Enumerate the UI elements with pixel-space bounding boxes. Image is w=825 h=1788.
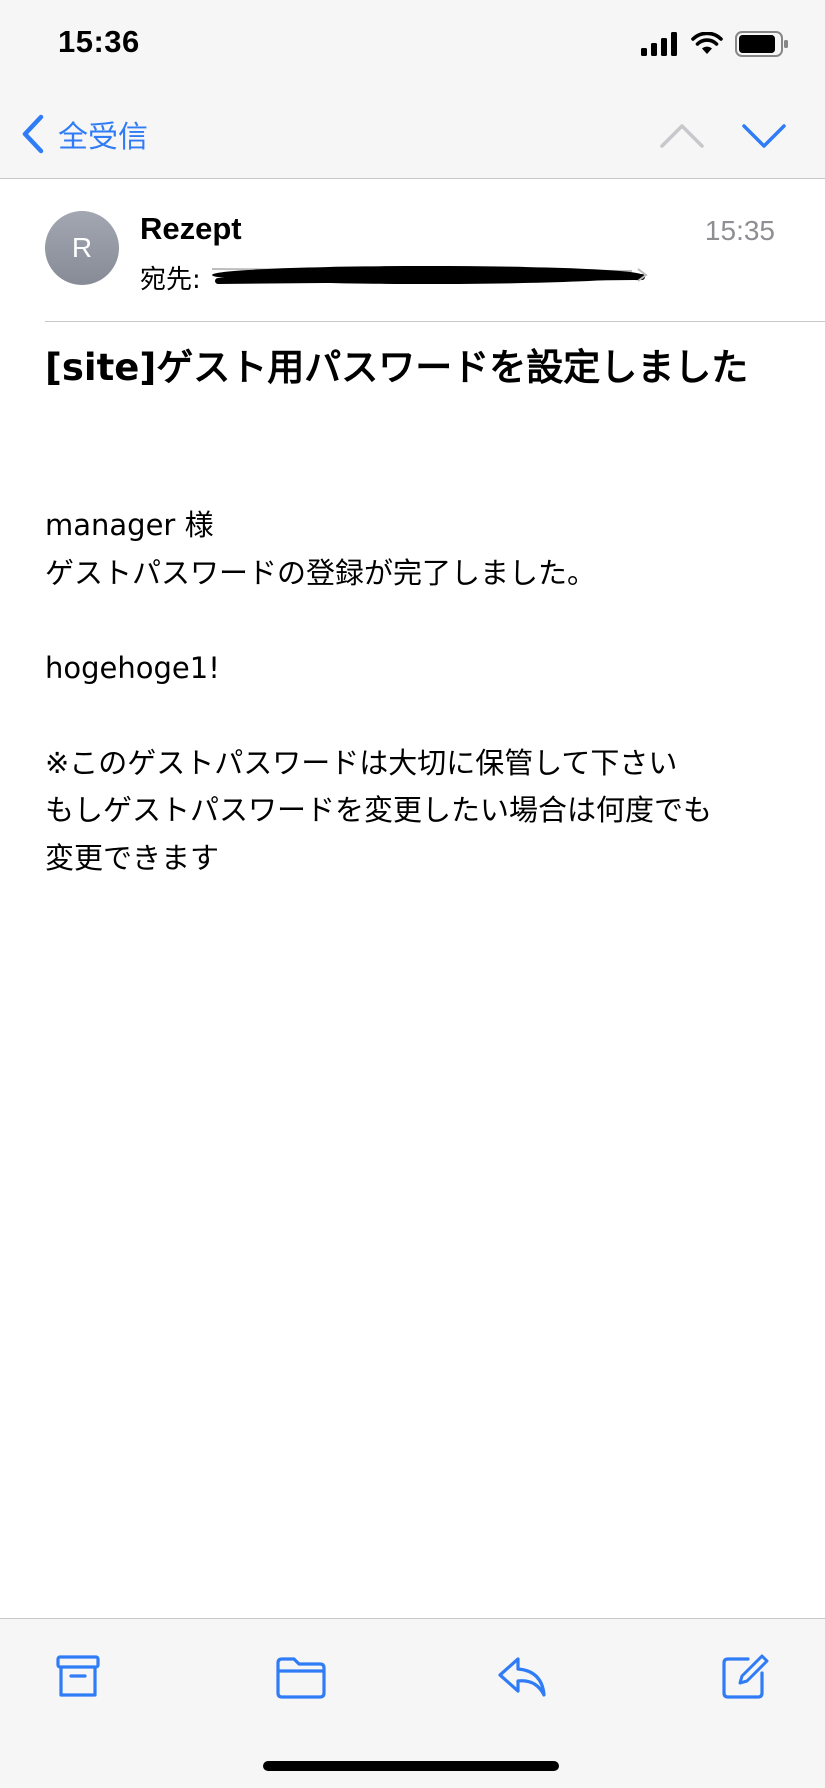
status-bar: 15:36 [0,0,825,90]
chevron-up-icon[interactable] [660,116,704,156]
reply-icon[interactable] [496,1651,548,1703]
avatar[interactable]: R [45,211,119,285]
body-line: hogehoge1! [45,650,220,685]
chevron-left-icon [22,114,44,154]
mail-body: manager 様 ゲストパスワードの登録が完了しました。 hogehoge1!… [45,502,805,882]
body-line: ゲストパスワードの登録が完了しました。 [45,555,597,590]
body-line: 変更できます [45,840,220,875]
redaction-mark [212,266,648,284]
home-indicator[interactable] [263,1761,559,1771]
recipient-label: 宛先: [140,265,201,295]
status-time: 15:36 [58,24,140,59]
body-line: もしゲストパスワードを変更したい場合は何度でも [45,793,713,827]
back-button[interactable]: 全受信 [20,112,148,156]
folder-icon[interactable] [274,1651,328,1703]
archive-icon[interactable] [52,1651,104,1703]
body-line [45,692,805,740]
battery-icon [735,31,788,57]
navigation-bar: 全受信 [0,90,825,179]
wifi-icon [691,32,723,54]
mail-header: R Rezept 宛先: 15:35 [0,179,825,321]
body-line [45,597,805,645]
mail-time: 15:35 [704,215,775,246]
status-icons [641,30,789,58]
body-line: ※このゲストパスワードは大切に保管して下さい [45,745,678,780]
compose-icon[interactable] [718,1651,770,1703]
mail-subject: [site]ゲスト用パスワードを設定しました [45,346,749,389]
sender-name[interactable]: Rezept [140,211,242,247]
header-divider [45,321,825,322]
body-line: manager 様 [45,508,214,542]
back-label: 全受信 [58,120,148,155]
cellular-signal-icon [641,32,677,56]
chevron-down-icon[interactable] [742,116,786,156]
avatar-initial: R [71,232,93,263]
